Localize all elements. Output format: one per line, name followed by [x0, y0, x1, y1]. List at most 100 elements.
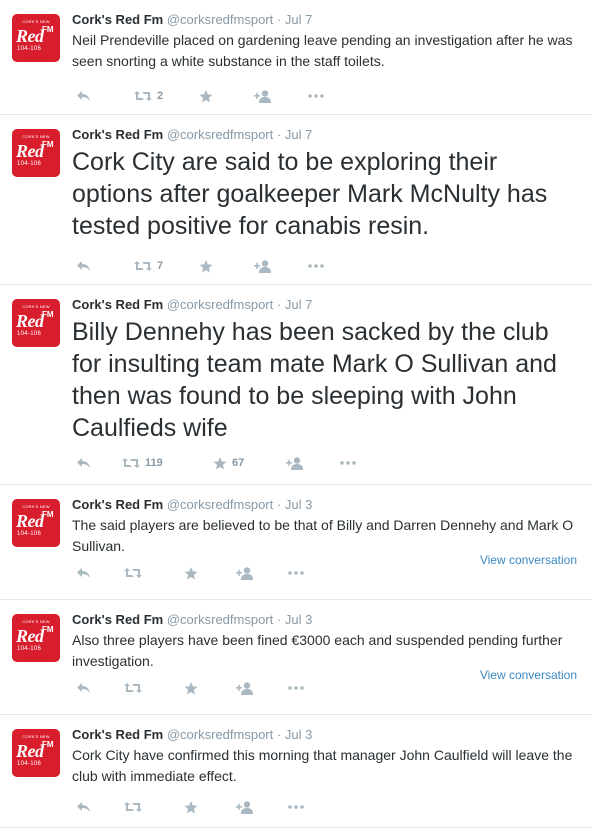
tweet[interactable]: CORK'S NEW Red FM 104-106 Cork's Red Fm … [0, 285, 591, 485]
follow-button[interactable] [236, 800, 254, 814]
avatar-fm: FM [42, 740, 54, 749]
retweet-button[interactable]: 2 [134, 90, 163, 102]
separator: · [276, 497, 282, 512]
avatar[interactable]: CORK'S NEW Red FM 104-106 [12, 729, 60, 777]
tweet[interactable]: CORK'S NEW Red FM 104-106 Cork's Red Fm … [0, 600, 591, 715]
avatar-brand: Red [16, 141, 44, 161]
follow-button[interactable] [236, 681, 254, 695]
tweet-text: Cork City have confirmed this morning th… [72, 747, 573, 784]
tweet-date[interactable]: Jul 7 [285, 12, 312, 27]
reply-button[interactable] [76, 801, 91, 813]
avatar-top-text: CORK'S NEW [22, 19, 50, 24]
avatar[interactable]: CORK'S NEW Red FM 104-106 [12, 614, 60, 662]
more-icon [340, 461, 356, 465]
tweet-header: Cork's Red Fm @corksredfmsport · Jul 7 [72, 11, 581, 28]
account-name[interactable]: Cork's Red Fm [72, 497, 163, 512]
avatar-brand: Red [16, 626, 44, 646]
tweet-text: Billy Dennehy has been sacked by the clu… [72, 318, 557, 442]
avatar-top-text: CORK'S NEW [22, 504, 50, 509]
favorite-button[interactable] [184, 800, 203, 814]
tweet-text: Also three players have been fined €3000… [72, 632, 563, 669]
tweet[interactable]: CORK'S NEW Red FM 104-106 Cork's Red Fm … [0, 0, 591, 115]
retweet-icon [124, 683, 142, 693]
avatar[interactable]: CORK'S NEW Red FM 104-106 [12, 299, 60, 347]
more-button[interactable] [288, 571, 304, 575]
avatar-frequency: 104-106 [17, 646, 42, 652]
tweet-text: The said players are believed to be that… [72, 517, 574, 554]
more-button[interactable] [308, 94, 324, 98]
account-handle[interactable]: @corksredfmsport [167, 497, 273, 512]
tweet-date[interactable]: Jul 3 [285, 612, 312, 627]
retweet-button[interactable]: 7 [134, 260, 163, 272]
reply-button[interactable] [76, 90, 91, 102]
tweet[interactable]: CORK'S NEW Red FM 104-106 Cork's Red Fm … [0, 715, 591, 828]
separator: · [276, 727, 282, 742]
account-name[interactable]: Cork's Red Fm [72, 12, 163, 27]
view-conversation-link[interactable]: View conversation [480, 553, 577, 567]
account-handle[interactable]: @corksredfmsport [167, 12, 273, 27]
favorite-button[interactable] [184, 566, 203, 580]
retweet-button[interactable]: 119 [122, 457, 163, 469]
reply-button[interactable] [76, 567, 91, 579]
follow-button[interactable] [254, 259, 272, 273]
account-name[interactable]: Cork's Red Fm [72, 612, 163, 627]
more-button[interactable] [288, 686, 304, 690]
favorite-button[interactable] [199, 89, 218, 103]
avatar[interactable]: CORK'S NEW Red FM 104-106 [12, 129, 60, 177]
tweet[interactable]: CORK'S NEW Red FM 104-106 Cork's Red Fm … [0, 115, 591, 285]
follow-button[interactable] [286, 456, 304, 470]
more-button[interactable] [288, 805, 304, 809]
favorite-button[interactable]: 67 [213, 456, 245, 470]
avatar-frequency: 104-106 [17, 161, 42, 167]
tweet-date[interactable]: Jul 3 [285, 727, 312, 742]
more-icon [308, 264, 324, 268]
tweet-content: Cork's Red Fm @corksredfmsport · Jul 7 B… [72, 296, 581, 444]
separator: · [276, 612, 282, 627]
favorite-button[interactable] [184, 681, 203, 695]
account-handle[interactable]: @corksredfmsport [167, 127, 273, 142]
add-user-icon [254, 259, 271, 273]
avatar-fm: FM [42, 140, 54, 149]
star-icon [184, 566, 198, 579]
star-icon [213, 456, 227, 469]
follow-button[interactable] [254, 89, 272, 103]
tweet[interactable]: CORK'S NEW Red FM 104-106 Cork's Red Fm … [0, 485, 591, 600]
account-name[interactable]: Cork's Red Fm [72, 297, 163, 312]
more-icon [288, 805, 304, 809]
avatar[interactable]: CORK'S NEW Red FM 104-106 [12, 499, 60, 547]
favorite-count: 67 [232, 457, 245, 469]
avatar-fm: FM [42, 25, 54, 34]
account-handle[interactable]: @corksredfmsport [167, 612, 273, 627]
tweet-content: Cork's Red Fm @corksredfmsport · Jul 3 T… [72, 496, 581, 557]
favorite-button[interactable] [199, 259, 218, 273]
more-button[interactable] [340, 461, 356, 465]
account-name[interactable]: Cork's Red Fm [72, 127, 163, 142]
avatar[interactable]: CORK'S NEW Red FM 104-106 [12, 14, 60, 62]
avatar-frequency: 104-106 [17, 46, 42, 52]
reply-button[interactable] [76, 682, 91, 694]
reply-button[interactable] [76, 260, 91, 272]
add-user-icon [236, 800, 253, 814]
account-handle[interactable]: @corksredfmsport [167, 727, 273, 742]
avatar-brand: Red [16, 511, 44, 531]
account-name[interactable]: Cork's Red Fm [72, 727, 163, 742]
more-icon [288, 571, 304, 575]
retweet-count: 7 [157, 260, 164, 272]
account-handle[interactable]: @corksredfmsport [167, 297, 273, 312]
follow-button[interactable] [236, 566, 254, 580]
avatar-top-text: CORK'S NEW [22, 619, 50, 624]
retweet-icon [134, 91, 152, 101]
retweet-count: 119 [145, 457, 163, 469]
add-user-icon [236, 681, 253, 695]
tweet-date[interactable]: Jul 7 [285, 127, 312, 142]
retweet-button[interactable] [124, 801, 147, 813]
tweet-date[interactable]: Jul 7 [285, 297, 312, 312]
retweet-button[interactable] [124, 682, 147, 694]
reply-button[interactable] [76, 457, 91, 469]
tweet-header: Cork's Red Fm @corksredfmsport · Jul 7 [72, 126, 581, 143]
more-button[interactable] [308, 264, 324, 268]
tweet-date[interactable]: Jul 3 [285, 497, 312, 512]
view-conversation-link[interactable]: View conversation [480, 668, 577, 682]
retweet-button[interactable] [124, 567, 147, 579]
tweet-content: Cork's Red Fm @corksredfmsport · Jul 7 C… [72, 126, 581, 242]
